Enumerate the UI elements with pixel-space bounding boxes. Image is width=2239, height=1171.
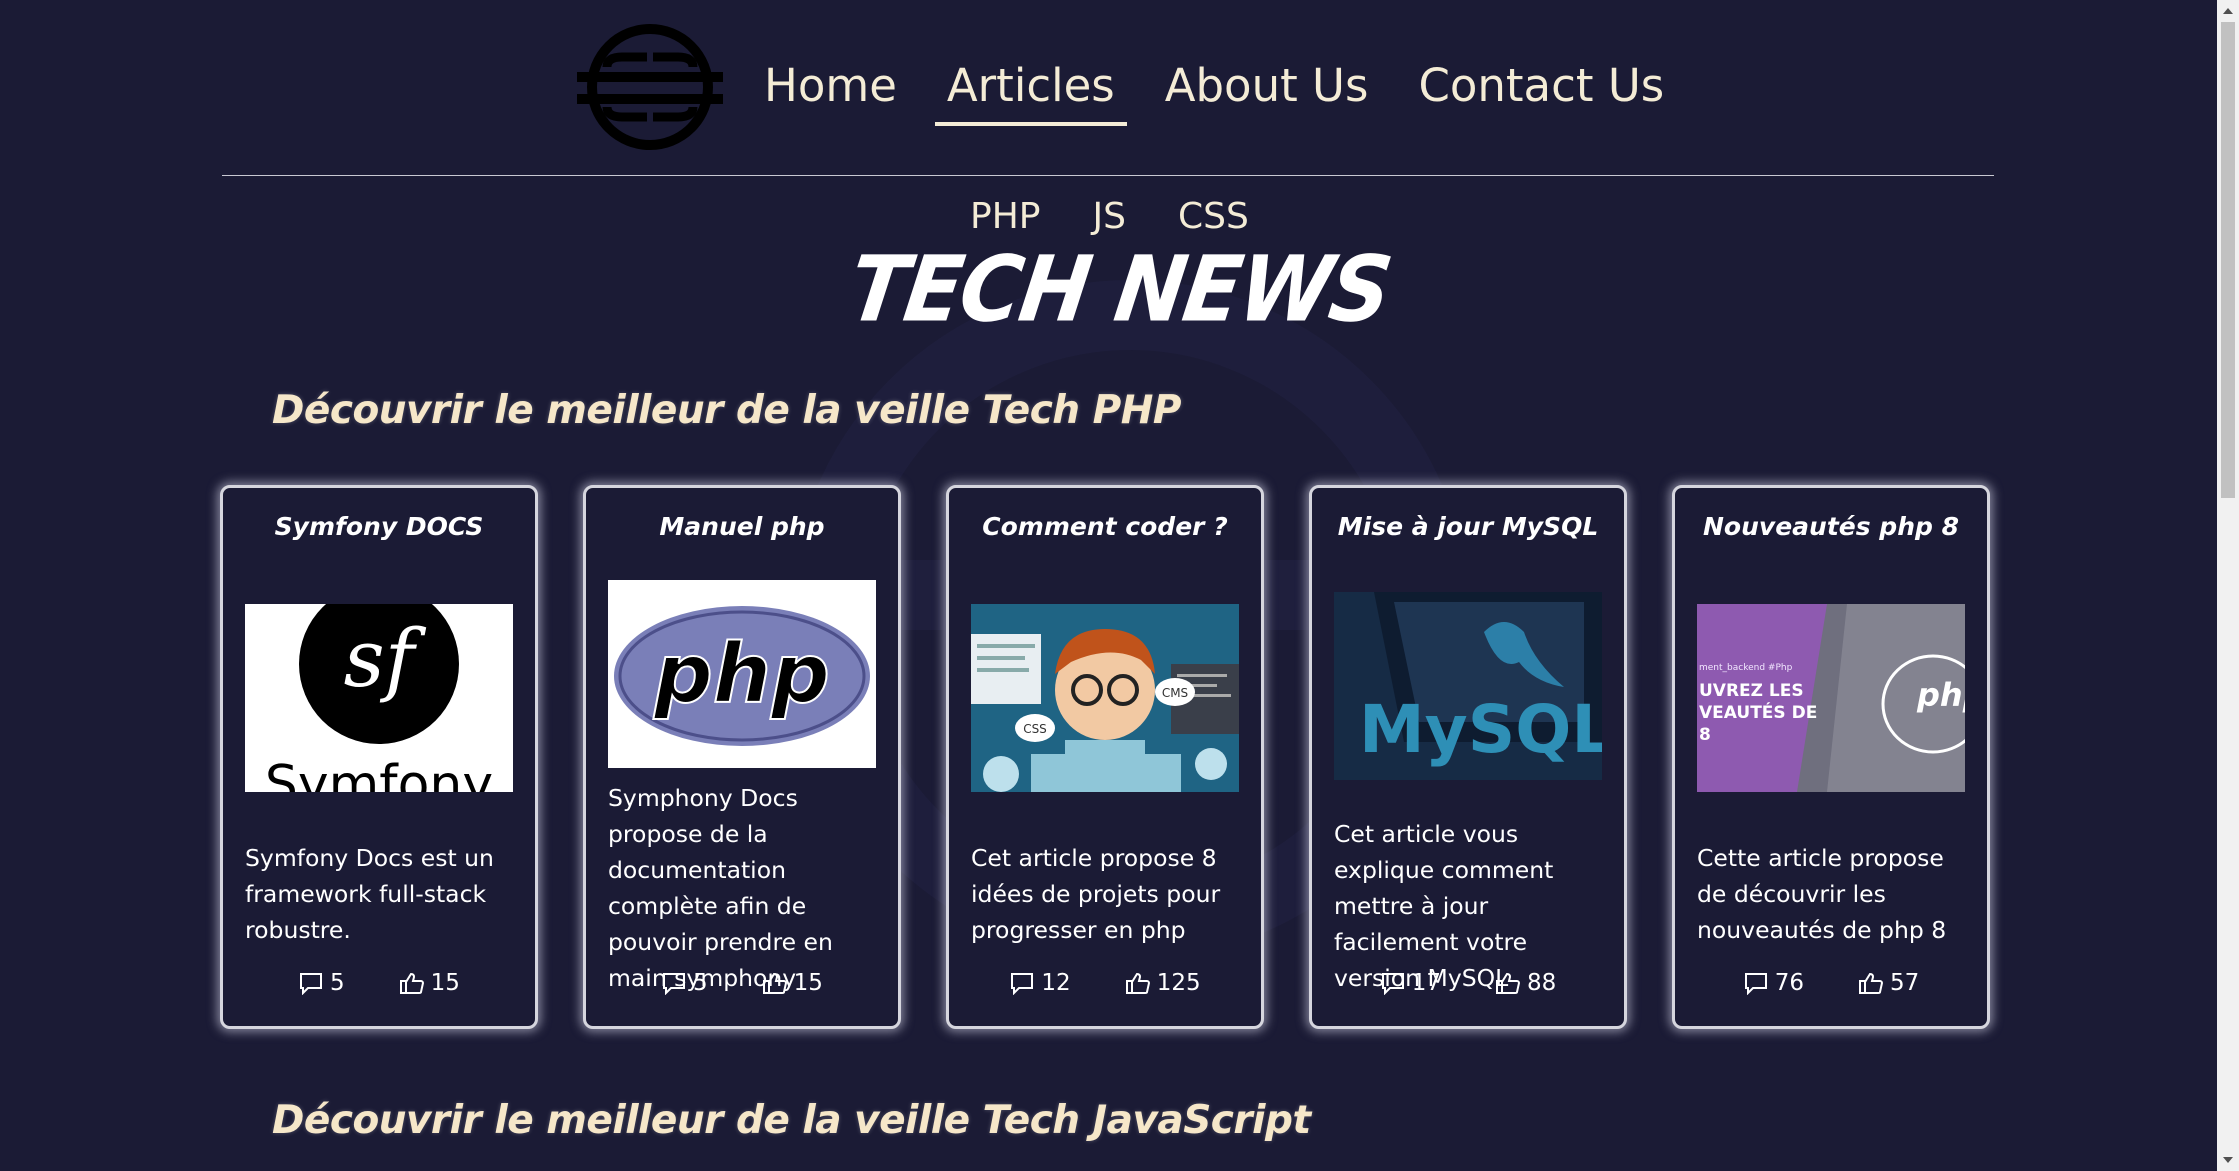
section-heading-javascript: Découvrir le meilleur de la veille Tech … bbox=[272, 1098, 1311, 1143]
likes-count[interactable]: 88 bbox=[1495, 970, 1556, 996]
category-nav: PHP JS CSS bbox=[970, 196, 1249, 237]
comment-icon bbox=[1011, 973, 1034, 995]
comments-value: 5 bbox=[330, 970, 345, 996]
thumbs-up-icon bbox=[1496, 972, 1521, 994]
page-scrollbar[interactable] bbox=[2217, 0, 2239, 1171]
likes-count[interactable]: 15 bbox=[762, 970, 823, 996]
article-card[interactable]: Mise à jour MySQL MySQL Cet article vous… bbox=[1309, 485, 1627, 1029]
card-description: Symphony Docs propose de la documentatio… bbox=[608, 784, 833, 992]
likes-value: 15 bbox=[430, 970, 460, 996]
scroll-up-arrow-icon[interactable] bbox=[2223, 8, 2233, 14]
card-description: Cette article propose de découvrir les n… bbox=[1697, 844, 1947, 944]
article-card[interactable]: Nouveautés php 8 ment_backend #Php UVREZ… bbox=[1672, 485, 1990, 1029]
card-image-coding[interactable]: CMS CSS bbox=[971, 604, 1239, 792]
card-description: Symfony Docs est un framework full-stack… bbox=[245, 844, 494, 944]
likes-count[interactable]: 57 bbox=[1858, 970, 1919, 996]
section-heading-php: Découvrir le meilleur de la veille Tech … bbox=[272, 388, 1181, 433]
comments-value: 12 bbox=[1041, 970, 1071, 996]
svg-text:php: php bbox=[653, 627, 830, 722]
scroll-thumb[interactable] bbox=[2221, 22, 2235, 498]
thumbs-up-icon bbox=[762, 972, 787, 994]
comments-value: 5 bbox=[693, 970, 708, 996]
site-header: Home Articles About Us Contact Us bbox=[222, 0, 1994, 176]
card-title: Comment coder ? bbox=[982, 512, 1228, 541]
card-description: Cet article propose 8 idées de projets p… bbox=[971, 844, 1221, 944]
comment-icon bbox=[663, 973, 686, 995]
card-stats: 5 15 bbox=[223, 970, 535, 996]
likes-count[interactable]: 15 bbox=[399, 970, 460, 996]
card-title: Nouveautés php 8 bbox=[1703, 512, 1959, 541]
svg-text:8: 8 bbox=[1699, 725, 1711, 745]
card-description: Cet article vous explique comment mettre… bbox=[1334, 820, 1554, 992]
comments-value: 76 bbox=[1774, 970, 1804, 996]
likes-count[interactable]: 125 bbox=[1125, 970, 1201, 996]
comments-value: 17 bbox=[1411, 970, 1441, 996]
thumbs-up-icon bbox=[399, 972, 424, 994]
nav-about-us[interactable]: About Us bbox=[1153, 54, 1381, 118]
likes-value: 57 bbox=[1890, 970, 1920, 996]
thumbs-up-icon bbox=[1859, 972, 1884, 994]
nav-home[interactable]: Home bbox=[752, 54, 909, 118]
svg-text:UVREZ LES: UVREZ LES bbox=[1699, 681, 1804, 701]
card-stats: 76 57 bbox=[1675, 970, 1987, 996]
svg-text:ment_backend #Php: ment_backend #Php bbox=[1699, 663, 1793, 673]
category-css[interactable]: CSS bbox=[1178, 196, 1249, 237]
svg-text:VEAUTÉS DE: VEAUTÉS DE bbox=[1699, 701, 1817, 723]
site-title: TECH NEWS bbox=[842, 236, 1397, 342]
site-logo[interactable] bbox=[577, 22, 723, 152]
article-card[interactable]: Comment coder ? CMS CSS Cet article prop… bbox=[946, 485, 1264, 1029]
likes-value: 15 bbox=[793, 970, 823, 996]
scroll-down-arrow-icon[interactable] bbox=[2223, 1157, 2233, 1163]
card-image-php8[interactable]: ment_backend #Php UVREZ LES VEAUTÉS DE 8… bbox=[1697, 604, 1965, 792]
svg-text:CSS: CSS bbox=[1023, 722, 1047, 736]
comments-count[interactable]: 5 bbox=[298, 970, 345, 996]
comment-icon bbox=[1744, 973, 1767, 995]
comments-count[interactable]: 17 bbox=[1380, 970, 1441, 996]
svg-text:Symfony: Symfony bbox=[265, 755, 493, 792]
comments-count[interactable]: 5 bbox=[661, 970, 708, 996]
comment-icon bbox=[300, 973, 323, 995]
comment-icon bbox=[1381, 973, 1404, 995]
likes-value: 125 bbox=[1156, 970, 1201, 996]
category-js[interactable]: JS bbox=[1093, 196, 1126, 237]
category-php[interactable]: PHP bbox=[970, 196, 1041, 237]
card-title: Symfony DOCS bbox=[274, 512, 484, 541]
nav-contact-us[interactable]: Contact Us bbox=[1406, 54, 1676, 118]
card-stats: 5 15 bbox=[586, 970, 898, 996]
card-title: Mise à jour MySQL bbox=[1337, 512, 1599, 541]
svg-text:sf: sf bbox=[344, 612, 427, 705]
card-image-php[interactable]: php bbox=[608, 580, 876, 768]
likes-value: 88 bbox=[1527, 970, 1557, 996]
svg-text:php: php bbox=[1916, 676, 1965, 714]
comments-count[interactable]: 76 bbox=[1743, 970, 1804, 996]
svg-text:CMS: CMS bbox=[1162, 686, 1188, 700]
card-image-symfony[interactable]: sf Symfony bbox=[245, 604, 513, 792]
card-image-mysql[interactable]: MySQL bbox=[1334, 592, 1602, 780]
card-stats: 17 88 bbox=[1312, 970, 1624, 996]
card-title: Manuel php bbox=[659, 512, 825, 541]
comments-count[interactable]: 12 bbox=[1009, 970, 1071, 996]
article-cards: Symfony DOCS sf Symfony Symfony Docs est… bbox=[220, 485, 1990, 1029]
article-card[interactable]: Manuel php php Symphony Docs propose de … bbox=[583, 485, 901, 1029]
card-stats: 12 125 bbox=[949, 970, 1261, 996]
article-card[interactable]: Symfony DOCS sf Symfony Symfony Docs est… bbox=[220, 485, 538, 1029]
thumbs-up-icon bbox=[1125, 972, 1150, 994]
main-nav: Home Articles About Us Contact Us bbox=[752, 54, 1702, 126]
nav-articles[interactable]: Articles bbox=[934, 54, 1127, 126]
